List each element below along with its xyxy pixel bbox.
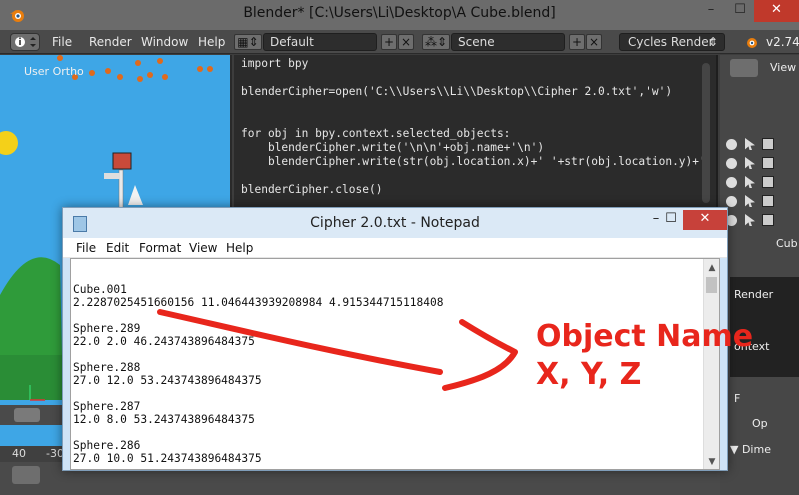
scene-field[interactable]: Scene <box>451 33 565 51</box>
notepad-window-title: Cipher 2.0.txt - Notepad <box>310 215 480 231</box>
notepad-menu-view[interactable]: View <box>189 241 217 255</box>
cursor-icon[interactable] <box>745 138 755 150</box>
blender-logo-icon <box>747 38 757 48</box>
blender-maximize-button[interactable]: ☐ <box>725 0 755 22</box>
menu-file[interactable]: File <box>52 35 72 49</box>
remove-screen-button[interactable]: × <box>398 34 414 50</box>
blender-minimize-button[interactable]: – <box>696 0 726 22</box>
script-text[interactable]: import bpy blenderCipher=open('C:\\Users… <box>241 57 706 197</box>
outliner-editor-type-button[interactable] <box>730 59 758 77</box>
render-icon[interactable] <box>762 176 774 188</box>
dimensions-panel-header[interactable]: ▼ Dime <box>730 443 771 456</box>
screen-layout-icon[interactable]: ▦⇕ <box>234 34 262 50</box>
viewport-view-label: User Ortho <box>24 65 84 78</box>
text-editor-scrollbar[interactable] <box>702 63 710 203</box>
outliner-row[interactable] <box>720 173 799 192</box>
render-engine-select[interactable]: Cycles Render ⇕ <box>619 33 725 51</box>
notepad-maximize-button[interactable]: ☐ <box>657 210 685 230</box>
eye-icon[interactable] <box>726 158 737 169</box>
scroll-up-icon[interactable]: ▲ <box>704 261 720 275</box>
eye-icon[interactable] <box>726 139 737 150</box>
blender-info-header: File Render Window Help ▦⇕ Default + × ⁂… <box>0 30 799 54</box>
outliner-row[interactable] <box>720 135 799 154</box>
timeline-editor-type-button[interactable] <box>12 466 40 484</box>
annotation-label: Object Name X, Y, Z <box>536 318 753 394</box>
add-screen-button[interactable]: + <box>381 34 397 50</box>
notepad-menu-edit[interactable]: Edit <box>106 241 129 255</box>
version-label: v2.74 <box>766 35 799 49</box>
blender-close-button[interactable]: ✕ <box>754 0 799 22</box>
notepad-menu-bar: File Edit Format View Help <box>63 238 727 258</box>
editor-type-button[interactable] <box>10 33 40 51</box>
notepad-menu-help[interactable]: Help <box>226 241 253 255</box>
cursor-icon[interactable] <box>745 157 755 169</box>
outliner-panel: View Cub Render ontext F Op ▼ Dime <box>720 55 799 495</box>
render-icon[interactable] <box>762 214 774 226</box>
outliner-row[interactable] <box>720 154 799 173</box>
op-label: Op <box>752 417 768 430</box>
notepad-title-bar[interactable]: Cipher 2.0.txt - Notepad – ☐ ✕ <box>63 208 727 238</box>
render-icon[interactable] <box>762 138 774 150</box>
chevron-updown-icon: ⇕ <box>707 35 718 49</box>
render-icon[interactable] <box>762 195 774 207</box>
eye-icon[interactable] <box>726 177 737 188</box>
eye-icon[interactable] <box>726 196 737 207</box>
remove-scene-button[interactable]: × <box>586 34 602 50</box>
notepad-content[interactable]: Cube.001 2.2287025451660156 11.046443939… <box>73 283 443 465</box>
annotation-object-name: Object Name <box>536 319 754 354</box>
cursor-icon[interactable] <box>745 195 755 207</box>
outliner-row[interactable] <box>720 211 799 230</box>
outliner-row[interactable] <box>720 192 799 211</box>
add-scene-button[interactable]: + <box>569 34 585 50</box>
notepad-close-button[interactable]: ✕ <box>683 210 727 230</box>
text-editor[interactable]: import bpy blenderCipher=open('C:\\Users… <box>234 55 718 210</box>
scene-icon[interactable]: ⁂⇕ <box>422 34 450 50</box>
info-icon <box>15 37 36 47</box>
notepad-menu-format[interactable]: Format <box>139 241 181 255</box>
scrollbar-thumb[interactable] <box>706 277 717 293</box>
render-engine-label: Cycles Render <box>628 35 714 49</box>
screen-layout-field[interactable]: Default <box>263 33 377 51</box>
menu-window[interactable]: Window <box>141 35 188 49</box>
cube-label: Cub <box>776 237 798 250</box>
screen: Blender* [C:\Users\Li\Desktop\A Cube.ble… <box>0 0 799 495</box>
menu-help[interactable]: Help <box>198 35 225 49</box>
blender-window-title: Blender* [C:\Users\Li\Desktop\A Cube.ble… <box>243 5 556 21</box>
annotation-xyz: X, Y, Z <box>536 357 642 392</box>
cursor-icon[interactable] <box>745 176 755 188</box>
cursor-icon[interactable] <box>745 214 755 226</box>
render-icon[interactable] <box>762 157 774 169</box>
blender-title-bar: Blender* [C:\Users\Li\Desktop\A Cube.ble… <box>0 0 799 30</box>
menu-render[interactable]: Render <box>89 35 132 49</box>
scroll-down-icon[interactable]: ▼ <box>704 455 720 469</box>
notepad-menu-file[interactable]: File <box>76 241 96 255</box>
render-tab[interactable]: Render <box>734 288 773 301</box>
outliner-view-menu[interactable]: View <box>770 61 796 74</box>
